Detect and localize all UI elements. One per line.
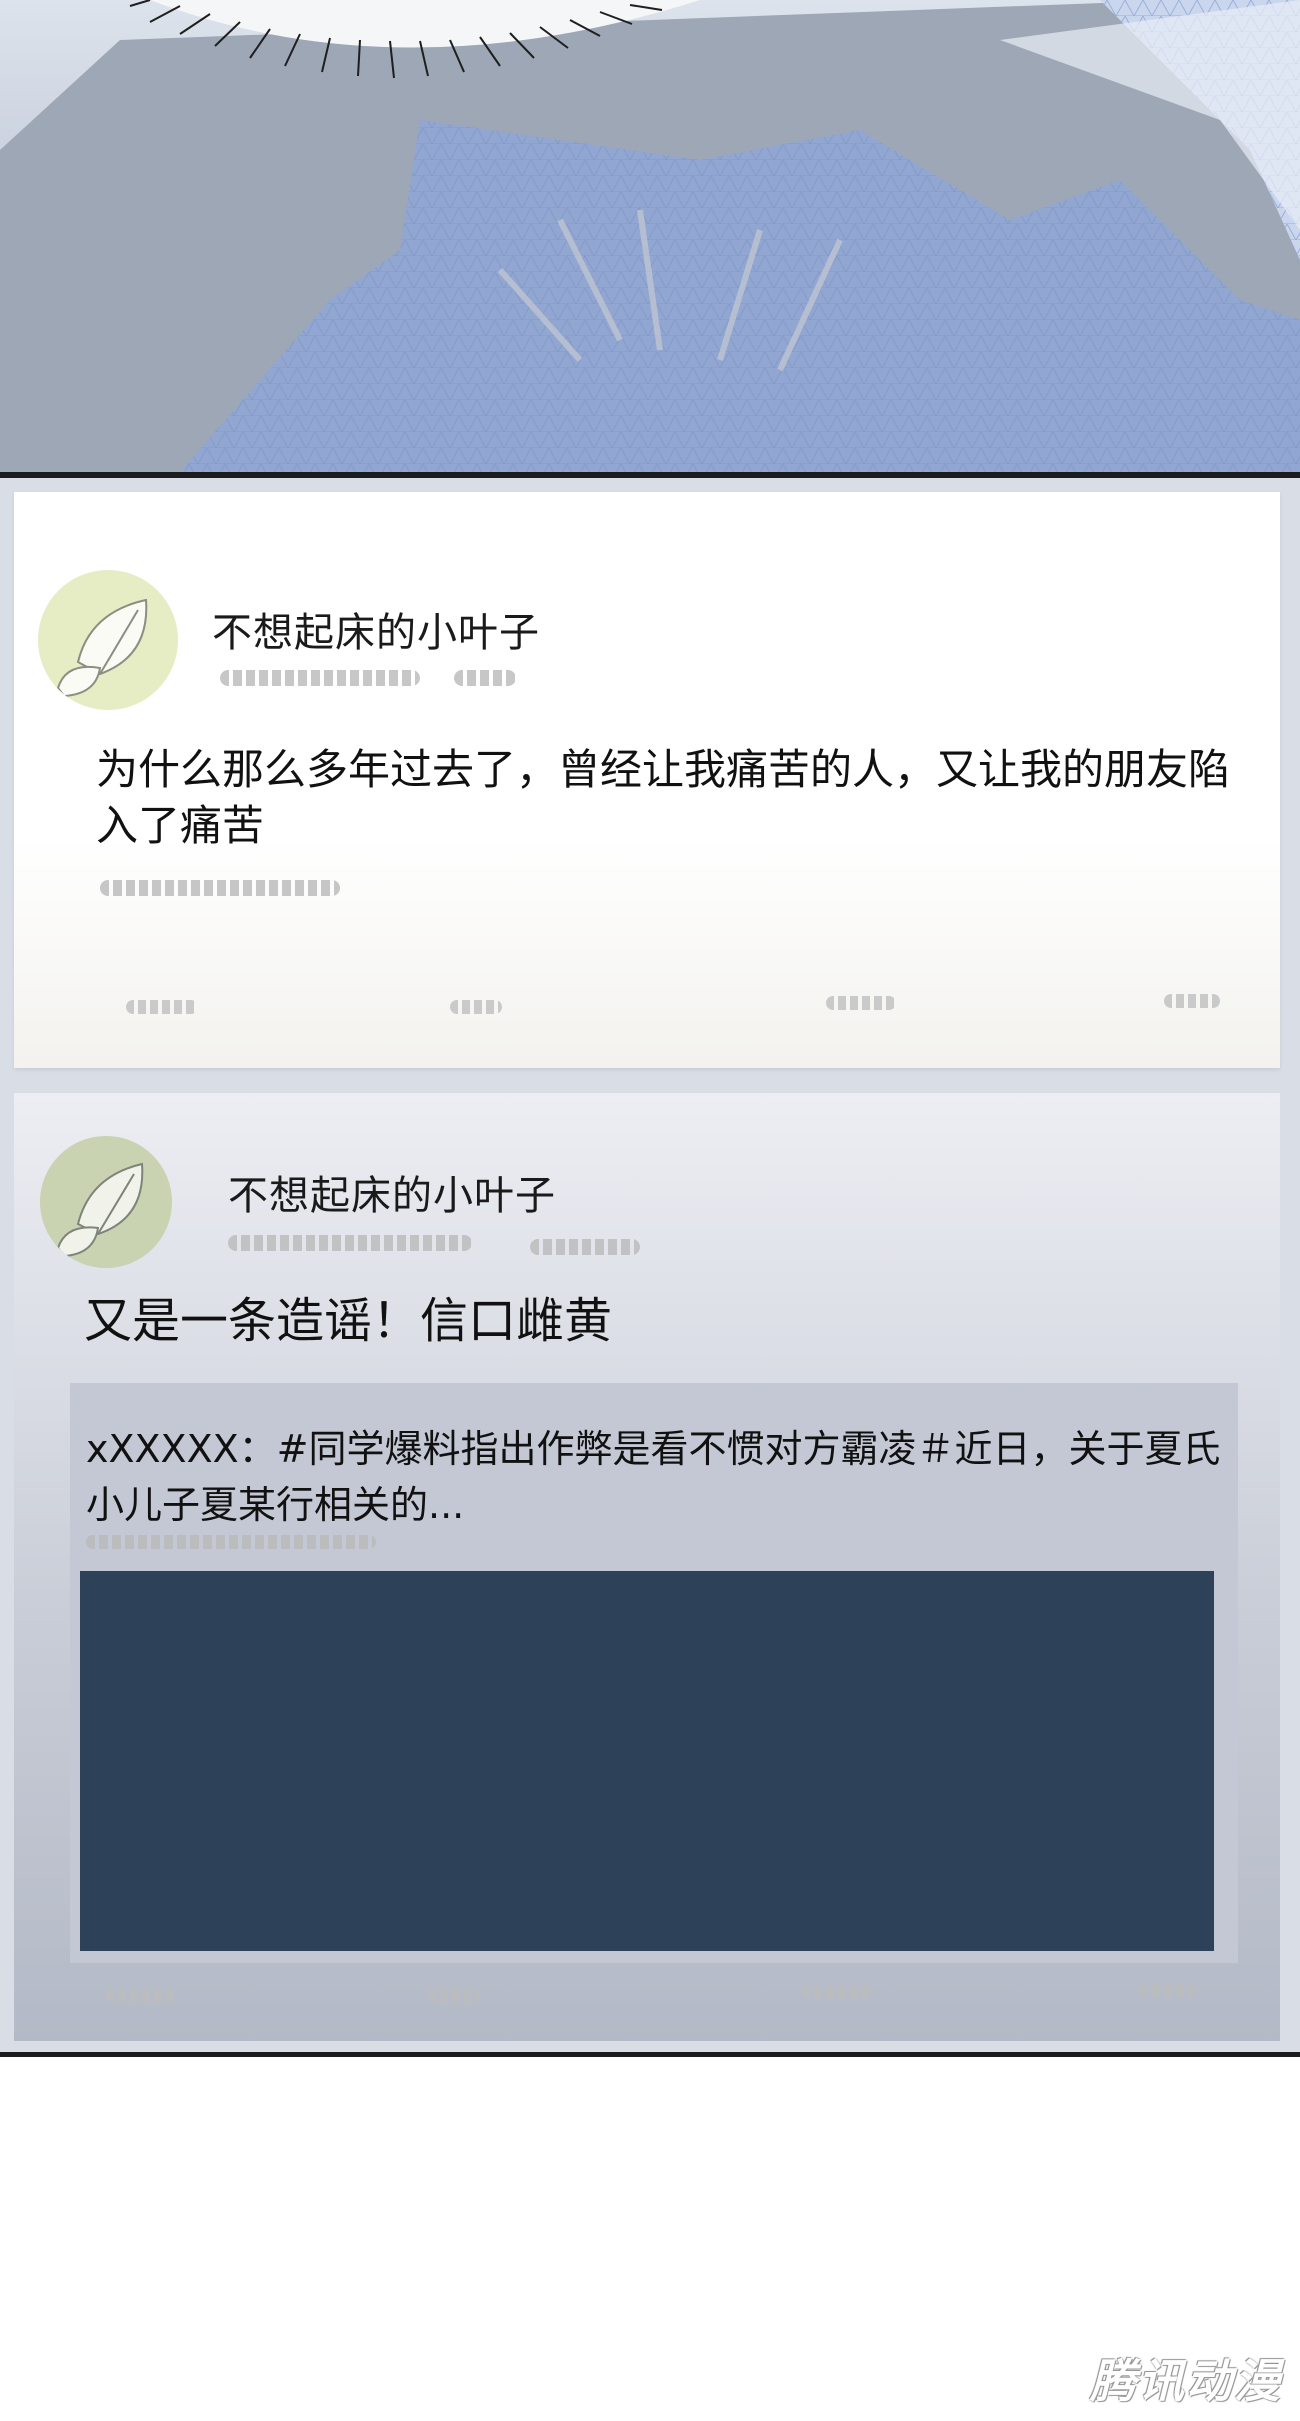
blurred-timestamp: [228, 1235, 472, 1251]
panel-border: [0, 2052, 1300, 2057]
blurred-source: [454, 670, 516, 686]
scene-illustration: [0, 0, 1300, 472]
like-action[interactable]: [826, 996, 896, 1010]
repost-media[interactable]: [80, 1571, 1214, 1951]
username[interactable]: 不想起床的小叶子: [228, 1163, 556, 1221]
leaf-avatar-icon: [40, 1136, 172, 1268]
like-action[interactable]: [802, 1985, 872, 1999]
repost-action[interactable]: [106, 1989, 178, 2003]
comic-page: 不想起床的小叶子 为什么那么多年过去了，曾经让我痛苦的人，又让我的朋友陷入了痛苦…: [0, 0, 1300, 2421]
blurred-timestamp: [220, 670, 420, 686]
leaf-avatar-icon: [38, 570, 178, 710]
post-text: 为什么那么多年过去了，曾经让我痛苦的人，又让我的朋友陷入了痛苦: [96, 745, 1231, 850]
comment-action[interactable]: [450, 1000, 502, 1014]
share-action[interactable]: [1164, 994, 1220, 1008]
repost-action[interactable]: [126, 1000, 198, 1014]
blurred-source: [530, 1239, 640, 1255]
reposted-content[interactable]: xXXXXX：#同学爆料指出作弊是看不惯对方霸凌＃近日，关于夏氏小儿子夏某行相关…: [70, 1383, 1238, 1963]
share-action[interactable]: [1140, 1983, 1196, 1997]
post-text: 又是一条造谣！信口雌黄: [84, 1293, 613, 1349]
post-card-1: 不想起床的小叶子 为什么那么多年过去了，曾经让我痛苦的人，又让我的朋友陷入了痛苦: [14, 492, 1280, 1068]
post-card-2: 不想起床的小叶子 又是一条造谣！信口雌黄 xXXXXX：#同学爆料指出作弊是看不…: [14, 1093, 1280, 2041]
blurred-subtext: [100, 880, 340, 896]
username[interactable]: 不想起床的小叶子: [212, 600, 540, 658]
avatar[interactable]: [38, 570, 178, 710]
comic-scene-panel: [0, 0, 1300, 472]
avatar[interactable]: [40, 1136, 172, 1268]
watermark-logo: 腾讯动漫: [1090, 2354, 1282, 2408]
comment-action[interactable]: [428, 1989, 480, 2003]
blurred-repost-meta: [86, 1535, 376, 1549]
repost-text: xXXXXX：#同学爆料指出作弊是看不惯对方霸凌＃近日，关于夏氏小儿子夏某行相关…: [86, 1427, 1221, 1527]
